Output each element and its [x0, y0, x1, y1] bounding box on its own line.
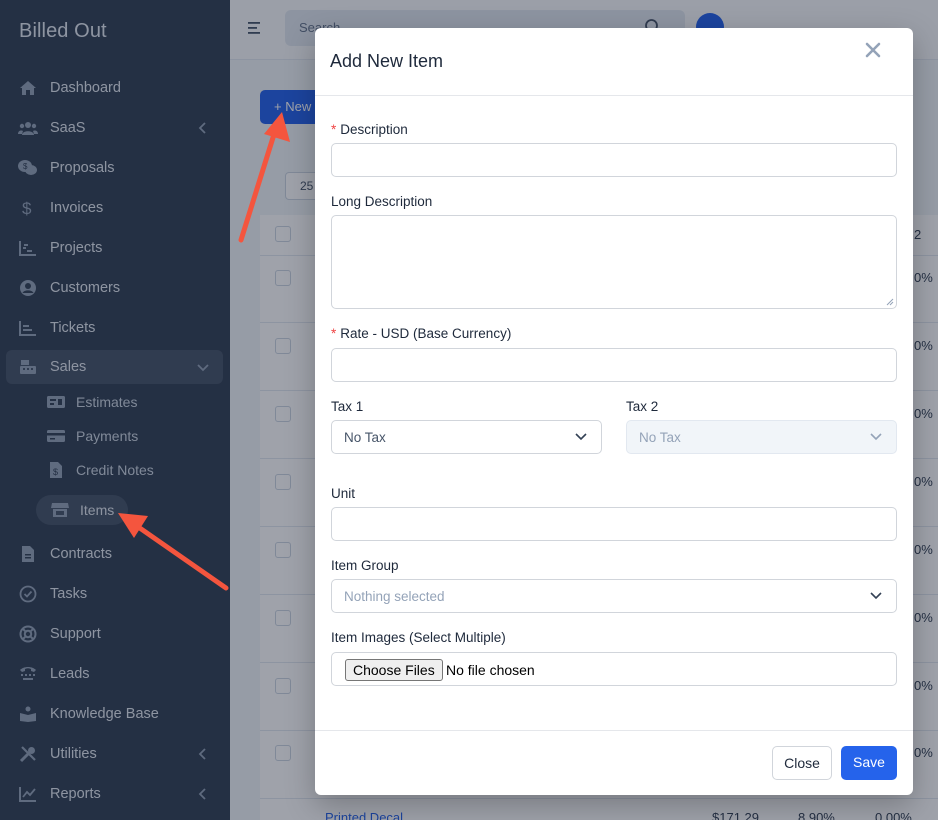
item-images-label: Item Images (Select Multiple) [331, 630, 506, 645]
tax2-select: No Tax [626, 420, 897, 454]
save-button[interactable]: Save [841, 746, 897, 780]
resize-handle-icon[interactable] [886, 298, 894, 306]
rate-input[interactable] [331, 348, 897, 382]
description-label-text: Description [340, 122, 408, 137]
unit-label: Unit [331, 486, 356, 501]
rate-label: * Rate - USD (Base Currency) [331, 326, 511, 341]
item-group-label: Item Group [331, 558, 399, 573]
modal-header-divider [315, 95, 913, 96]
modal-title: Add New Item [330, 51, 444, 71]
item-group-select[interactable]: Nothing selected [331, 579, 897, 613]
description-input[interactable] [331, 143, 897, 177]
close-icon[interactable] [863, 40, 883, 60]
item-group-placeholder: Nothing selected [344, 589, 445, 604]
rate-label-text: Rate - USD (Base Currency) [340, 326, 512, 341]
tax2-value: No Tax [639, 430, 681, 445]
tax2-label: Tax 2 [626, 399, 659, 414]
description-label: * Description [331, 122, 408, 137]
item-images-file-input[interactable]: Choose Files No file chosen [331, 652, 897, 686]
chevron-down-icon [870, 592, 882, 600]
tax1-label: Tax 1 [331, 399, 364, 414]
choose-files-button[interactable]: Choose Files [345, 659, 443, 681]
long-description-label: Long Description [331, 194, 433, 209]
add-item-modal: Add New Item * Description Long Descripti… [315, 28, 913, 795]
tax1-value: No Tax [344, 430, 386, 445]
close-button[interactable]: Close [772, 746, 832, 780]
long-description-textarea[interactable] [331, 215, 897, 309]
required-marker: * [331, 122, 337, 137]
required-marker: * [331, 326, 337, 341]
modal-footer-divider [315, 730, 913, 731]
file-status-text: No file chosen [446, 662, 535, 678]
unit-input[interactable] [331, 507, 897, 541]
chevron-down-icon [575, 433, 587, 441]
chevron-down-icon [870, 433, 882, 441]
tax1-select[interactable]: No Tax [331, 420, 602, 454]
